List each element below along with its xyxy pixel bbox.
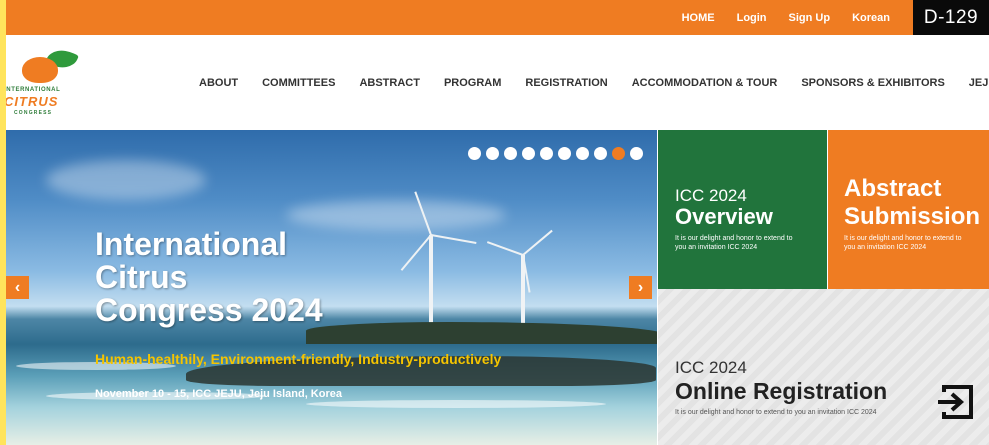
logo-text-main: CITRUS: [4, 94, 59, 109]
slider-dot[interactable]: [504, 147, 517, 160]
hero-title-line: Citrus: [95, 259, 188, 295]
hero-slider: ‹ › International Citrus Congress 2024 H…: [6, 130, 657, 445]
nav-committees[interactable]: COMMITTEES: [262, 77, 335, 89]
login-arrow-icon[interactable]: [936, 382, 976, 422]
hero-date-place: November 10 - 15, ICC JEJU, Jeju Island,…: [95, 388, 342, 400]
frame-edge: [0, 0, 6, 445]
main-nav: ABOUT COMMITTEES ABSTRACT PROGRAM REGIST…: [199, 35, 989, 130]
slider-dot[interactable]: [594, 147, 607, 160]
registration-title: Online Registration: [675, 378, 888, 404]
abstract-title-line2: Submission: [844, 203, 981, 230]
abstract-submission-tile[interactable]: Abstract Submission It is our delight an…: [828, 130, 989, 289]
slider-dot[interactable]: [612, 147, 625, 160]
nav-abstract[interactable]: ABSTRACT: [359, 77, 420, 89]
abstract-desc: It is our delight and honor to extend to…: [844, 235, 962, 251]
slider-dot[interactable]: [540, 147, 553, 160]
top-bar: HOME Login Sign Up Korean D-129: [0, 0, 989, 35]
nav-program[interactable]: PROGRAM: [444, 77, 501, 89]
overview-desc: It is our delight and honor to extend to…: [675, 235, 793, 251]
page: HOME Login Sign Up Korean D-129 INTERNAT…: [0, 0, 989, 445]
logo-citrus-icon: [22, 57, 58, 83]
slider-dot[interactable]: [468, 147, 481, 160]
online-registration-tile[interactable]: ICC 2024 Online Registration It is our d…: [658, 289, 989, 445]
logo-text-top: INTERNATIONAL: [4, 87, 61, 93]
home-link[interactable]: HOME: [682, 12, 715, 24]
overview-tile[interactable]: ICC 2024 Overview It is our delight and …: [658, 130, 827, 289]
hero-title-line: Congress 2024: [95, 292, 323, 328]
cloud: [46, 160, 206, 200]
nav-sponsors-exhibitors[interactable]: SPONSORS & EXHIBITORS: [801, 77, 944, 89]
nav-about[interactable]: ABOUT: [199, 77, 238, 89]
chevron-left-icon: ‹: [14, 278, 21, 296]
chevron-right-icon: ›: [637, 278, 644, 296]
next-slide-button[interactable]: ›: [629, 276, 652, 299]
slider-dot[interactable]: [486, 147, 499, 160]
island-silhouette: [306, 322, 657, 344]
prev-slide-button[interactable]: ‹: [6, 276, 29, 299]
hero-title-line: International: [95, 226, 288, 262]
registration-year: ICC 2024: [675, 358, 747, 377]
overview-year: ICC 2024: [675, 186, 747, 205]
language-link[interactable]: Korean: [852, 12, 890, 24]
dday-counter: D-129: [913, 0, 989, 35]
slider-dot[interactable]: [558, 147, 571, 160]
logo-text-bottom: CONGRESS: [14, 110, 53, 116]
site-logo[interactable]: INTERNATIONAL CITRUS CONGRESS: [4, 44, 82, 119]
slider-dot[interactable]: [522, 147, 535, 160]
wave: [306, 400, 606, 408]
signup-link[interactable]: Sign Up: [789, 12, 831, 24]
slider-dot[interactable]: [576, 147, 589, 160]
registration-desc: It is our delight and honor to extend to…: [675, 409, 877, 416]
nav-jeju-citrus-expo[interactable]: JEJU CITRUS EXP: [969, 77, 989, 89]
nav-accommodation-tour[interactable]: ACCOMMODATION & TOUR: [632, 77, 778, 89]
cloud: [286, 200, 506, 230]
abstract-title-line1: Abstract: [844, 175, 942, 202]
hero-subtitle: Human-healthily, Environment-friendly, I…: [95, 351, 502, 367]
login-link[interactable]: Login: [737, 12, 767, 24]
hero-title: International Citrus Congress 2024: [95, 228, 323, 327]
slider-dot[interactable]: [630, 147, 643, 160]
top-links: HOME Login Sign Up Korean: [682, 0, 890, 35]
slider-dots: [468, 147, 643, 160]
overview-title: Overview: [675, 204, 773, 229]
header: INTERNATIONAL CITRUS CONGRESS ABOUT COMM…: [0, 35, 989, 130]
nav-registration[interactable]: REGISTRATION: [525, 77, 607, 89]
